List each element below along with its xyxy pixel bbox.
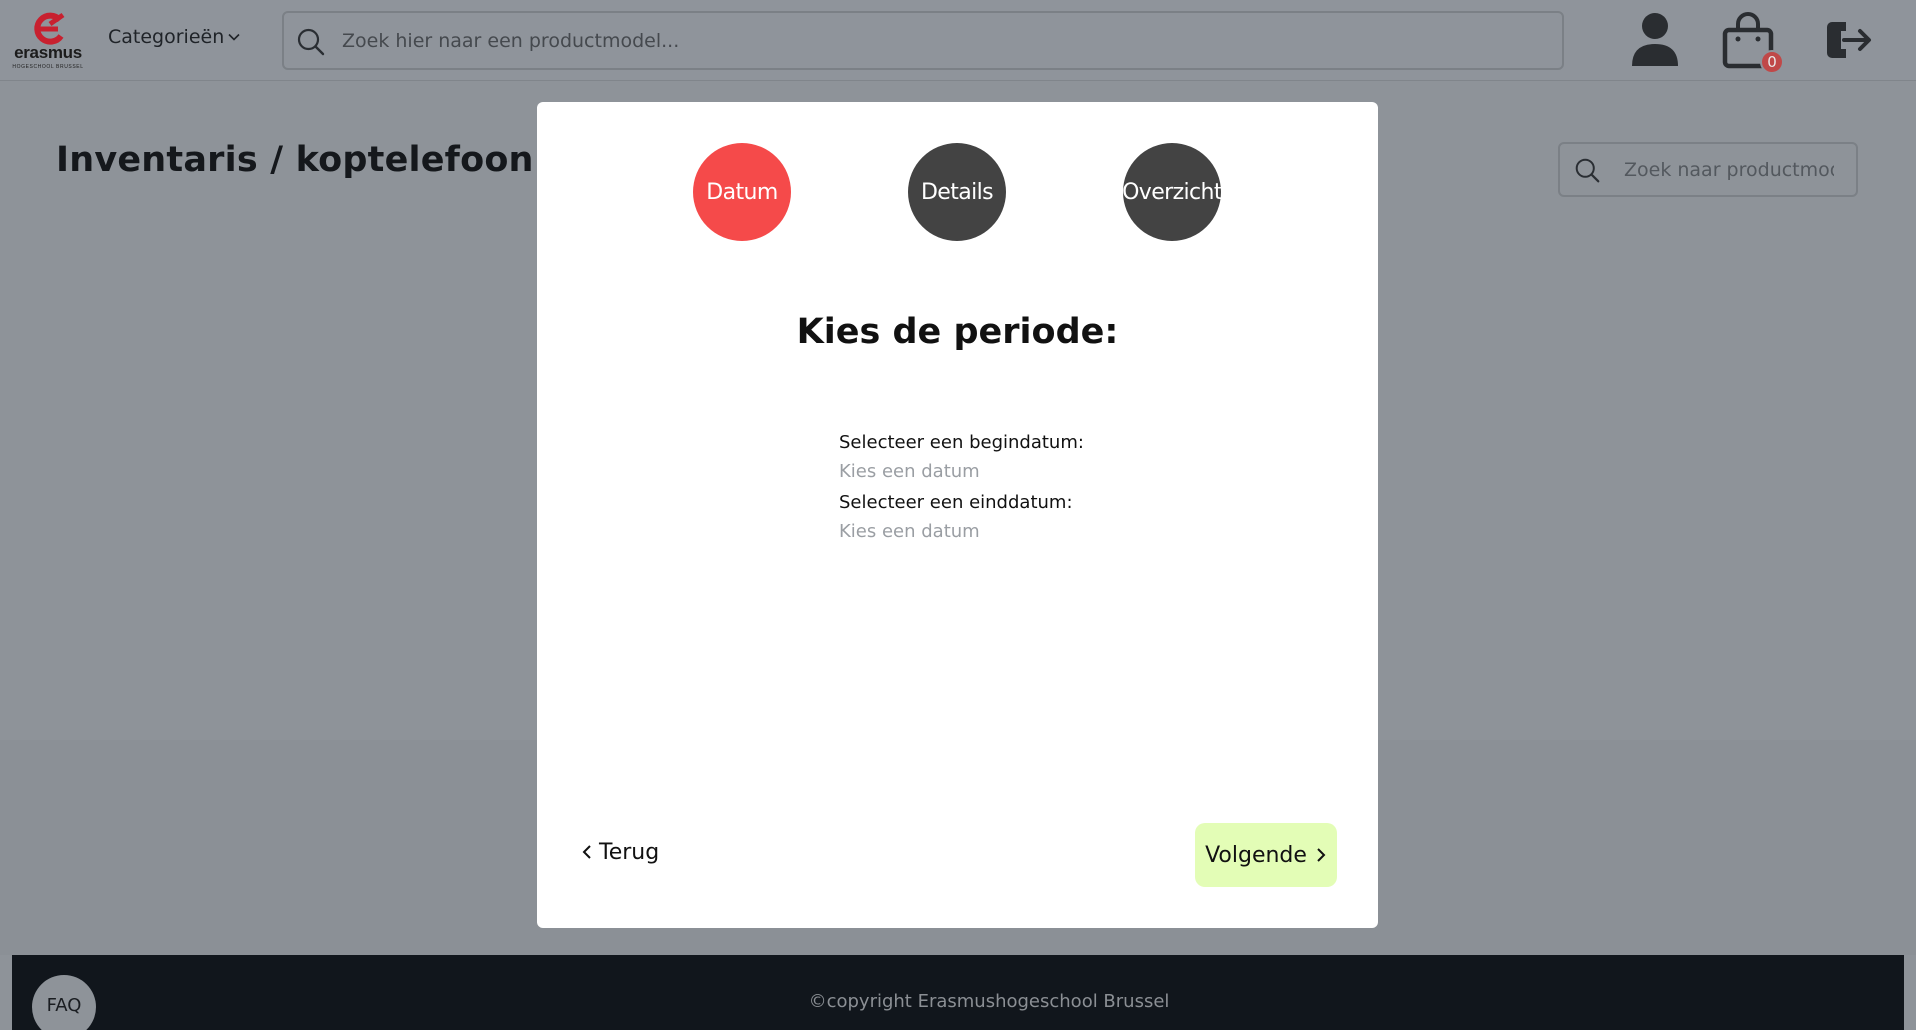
next-button[interactable]: Volgende	[1195, 823, 1337, 887]
product-search-input[interactable]	[1624, 156, 1834, 184]
search-icon[interactable]	[296, 27, 326, 57]
back-button[interactable]: Terug	[581, 832, 659, 872]
reservation-modal: Datum Details Overzicht Kies de periode:…	[537, 102, 1378, 928]
erasmus-logo[interactable]: erasmus HOGESCHOOL BRUSSEL	[10, 10, 86, 70]
start-date-input[interactable]	[839, 458, 1139, 484]
logo-subtitle: HOGESCHOOL BRUSSEL	[12, 64, 84, 70]
product-search-box	[1558, 142, 1858, 197]
step-datum[interactable]: Datum	[693, 143, 791, 241]
main-search-input[interactable]	[342, 25, 1542, 57]
footer-copyright: ©copyright Erasmushogeschool Brussel	[808, 991, 1170, 1012]
end-date-label: Selecteer een einddatum:	[839, 492, 1073, 513]
categories-dropdown[interactable]: Categorieën	[108, 26, 241, 48]
user-icon[interactable]	[1630, 12, 1680, 68]
footer: ©copyright Erasmushogeschool Brussel	[12, 955, 1904, 1030]
chevron-right-icon	[1317, 848, 1326, 862]
start-date-label: Selecteer een begindatum:	[839, 432, 1084, 453]
end-date-input[interactable]	[839, 518, 1139, 544]
modal-title: Kies de periode:	[796, 312, 1119, 352]
navbar: erasmus HOGESCHOOL BRUSSEL Categorieën 0	[0, 0, 1916, 81]
page-title: Inventaris / koptelefoon	[56, 140, 534, 180]
logo-wordmark: erasmus	[14, 43, 82, 62]
step-details[interactable]: Details	[908, 143, 1006, 241]
faq-button[interactable]: FAQ	[32, 975, 96, 1030]
logo-mark-icon	[34, 12, 65, 45]
categories-label: Categorieën	[108, 26, 225, 48]
logout-icon[interactable]	[1824, 18, 1876, 62]
step-overzicht[interactable]: Overzicht	[1122, 143, 1223, 241]
cart-count-badge: 0	[1760, 50, 1784, 74]
next-button-label: Volgende	[1205, 842, 1307, 868]
main-search-box	[282, 11, 1564, 70]
chevron-left-icon	[582, 845, 591, 859]
search-icon[interactable]	[1574, 157, 1601, 184]
chevron-down-icon	[228, 33, 240, 41]
back-button-label: Terug	[599, 839, 660, 865]
